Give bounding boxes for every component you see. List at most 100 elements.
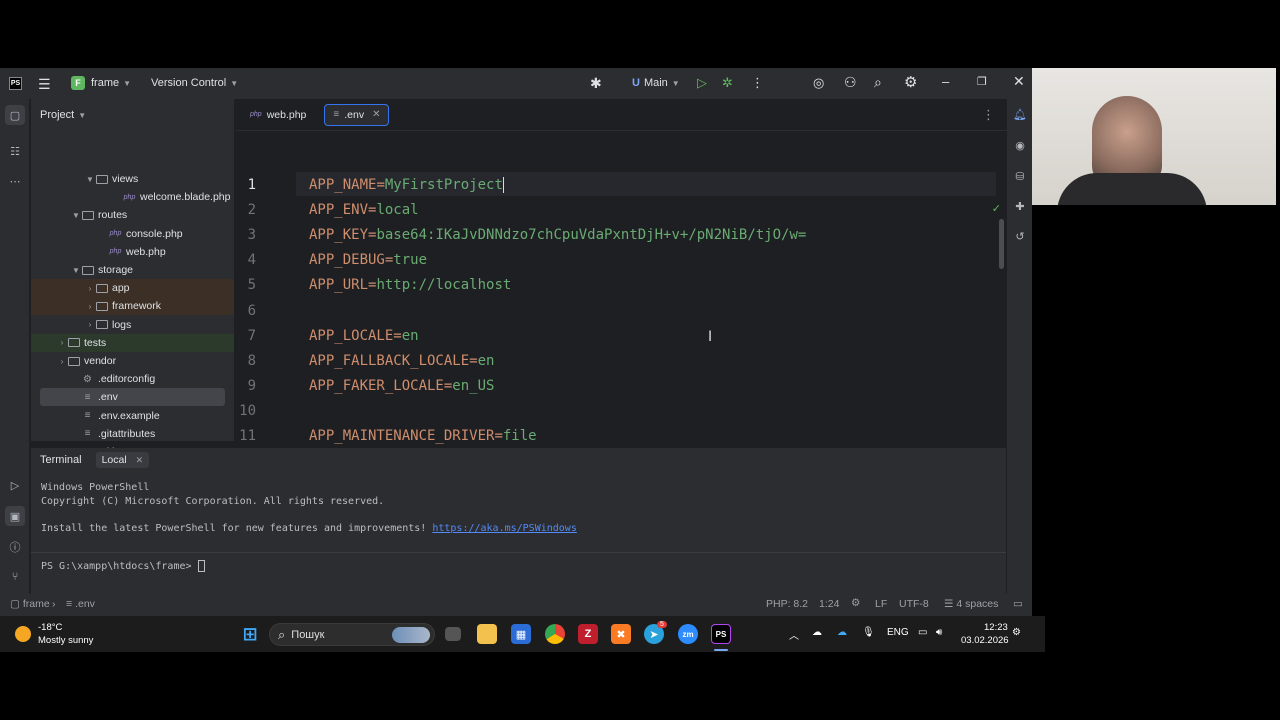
run-config-selector[interactable]: U Main ▼ xyxy=(632,77,680,89)
onedrive-icon[interactable]: ☁ xyxy=(837,627,847,638)
tree-item[interactable]: ⚙ .editorconfig xyxy=(31,370,234,388)
plugins-icon[interactable]: ✚ xyxy=(1011,197,1029,215)
network-icon[interactable]: ▭ xyxy=(918,627,927,638)
php-version[interactable]: PHP: 8.2 xyxy=(766,598,808,610)
file-explorer-icon[interactable] xyxy=(477,624,497,644)
tab-env[interactable]: ≡ .env ✕ xyxy=(324,103,390,126)
problems-icon[interactable]: ⓘ xyxy=(5,537,25,557)
debug-bug-icon[interactable]: ✱ xyxy=(590,75,602,92)
chevron-down-icon[interactable]: ▼ xyxy=(71,266,81,275)
chevron-right-icon[interactable]: › xyxy=(85,284,95,293)
code-style-icon[interactable]: ⚙ xyxy=(851,597,860,609)
tree-item[interactable]: ▼ routes xyxy=(31,206,234,224)
ai-assistant-icon[interactable]: ◎ xyxy=(813,75,824,91)
weather-temp[interactable]: -18°C xyxy=(38,622,62,633)
terminal-icon[interactable]: ▣ xyxy=(5,506,25,526)
tab-web-php[interactable]: php web.php xyxy=(242,104,314,126)
tree-item[interactable]: php web.php xyxy=(31,243,234,261)
chevron-right-icon[interactable]: › xyxy=(85,302,95,311)
tabs-more-icon[interactable]: ⋮ xyxy=(982,107,995,123)
database-icon[interactable]: ⛁ xyxy=(1011,167,1029,185)
tree-item[interactable]: php welcome.blade.php xyxy=(31,188,234,206)
run-icon[interactable]: ▷ xyxy=(697,75,707,91)
code-line[interactable]: APP_URL=http://localhost xyxy=(309,277,511,293)
clock-date[interactable]: 03.02.2026 xyxy=(961,635,1009,646)
windows-start-icon[interactable]: ⊞ xyxy=(240,624,260,644)
volume-icon[interactable]: 🔊︎ xyxy=(936,627,942,638)
zoom-icon[interactable]: zm xyxy=(678,624,698,644)
vcs-menu[interactable]: Version Control ▼ xyxy=(151,77,238,89)
readonly-lock-icon[interactable]: ▭ xyxy=(1013,598,1023,610)
clock-time[interactable]: 12:23 xyxy=(984,622,1008,633)
tray-chevron-icon[interactable]: ︿ xyxy=(789,627,799,642)
indent-setting[interactable]: ☰ 4 spaces xyxy=(944,598,998,610)
code-with-me-icon[interactable]: ⚇ xyxy=(844,74,857,91)
settings-gear-icon[interactable]: ⚙ xyxy=(904,73,917,91)
code-line[interactable]: APP_FALLBACK_LOCALE=en xyxy=(309,353,494,369)
close-tab-icon[interactable]: ✕ xyxy=(136,455,144,465)
close-icon[interactable]: ✕ xyxy=(1013,73,1025,90)
restore-icon[interactable]: ❐ xyxy=(977,75,987,88)
taskbar-search[interactable]: ⌕ Пошук xyxy=(269,623,435,646)
powershell-link[interactable]: https://aka.ms/PSWindows xyxy=(432,523,577,534)
line-separator[interactable]: LF xyxy=(875,598,887,610)
microphone-icon[interactable]: 🎙︎ xyxy=(862,627,875,638)
tree-item[interactable]: › framework xyxy=(31,297,234,316)
breadcrumb-project[interactable]: ▢ frame xyxy=(10,598,50,610)
task-view-icon[interactable] xyxy=(445,627,461,641)
chevron-right-icon[interactable]: › xyxy=(57,338,67,347)
code-line[interactable]: APP_DEBUG=true xyxy=(309,252,427,268)
code-line[interactable]: APP_KEY=base64:IKaJvDNNdzo7chCpuVdaPxntD… xyxy=(309,227,806,243)
tree-item[interactable]: php console.php xyxy=(31,225,234,243)
onedrive-sync-icon[interactable]: ☁ xyxy=(812,627,822,638)
chevron-right-icon[interactable]: › xyxy=(57,357,67,366)
tree-item[interactable]: › app xyxy=(31,279,234,298)
weather-sun-icon[interactable] xyxy=(15,626,31,642)
tree-item[interactable]: ▼ storage xyxy=(31,261,234,279)
chevron-down-icon[interactable]: ▼ xyxy=(85,175,95,184)
caret-position[interactable]: 1:24 xyxy=(819,598,839,610)
chevron-down-icon[interactable]: ▼ xyxy=(71,211,81,220)
weather-text[interactable]: Mostly sunny xyxy=(38,635,93,646)
breadcrumb-file[interactable]: ≡ .env xyxy=(66,598,95,610)
history-icon[interactable]: ↺ xyxy=(1011,227,1029,245)
code-line[interactable]: APP_ENV=local xyxy=(309,202,419,218)
search-icon[interactable]: ⌕ xyxy=(874,74,882,91)
terminal-tab-local[interactable]: Local ✕ xyxy=(95,452,150,468)
project-panel-header[interactable]: Project ▼ xyxy=(31,99,234,131)
editor-scrollbar[interactable] xyxy=(999,219,1004,269)
hamburger-menu-icon[interactable]: ☰ xyxy=(38,76,51,93)
phpstorm-icon[interactable]: PS xyxy=(711,624,731,644)
microsoft-store-icon[interactable]: ▦ xyxy=(511,624,531,644)
git-icon[interactable]: ⑂ xyxy=(5,567,25,587)
code-line[interactable]: APP_FAKER_LOCALE=en_US xyxy=(309,378,494,394)
code-line[interactable]: APP_NAME=MyFirstProject xyxy=(309,177,504,193)
tree-item[interactable]: › tests xyxy=(31,333,234,352)
structure-icon[interactable]: ☷ xyxy=(5,141,25,161)
tree-item[interactable]: ▼ views xyxy=(31,170,234,188)
code-line[interactable]: APP_LOCALE=en xyxy=(309,328,419,344)
services-icon[interactable]: ▷ xyxy=(5,475,25,495)
tree-item[interactable]: ≡ .env xyxy=(40,388,225,407)
tree-item[interactable]: ≡ .gitattributes xyxy=(31,425,234,443)
close-tab-icon[interactable]: ✕ xyxy=(372,109,380,120)
tree-item[interactable]: › vendor xyxy=(31,352,234,370)
filezilla-icon[interactable]: Z xyxy=(578,624,598,644)
tree-item[interactable]: ≡ .env.example xyxy=(31,407,234,425)
chevron-right-icon[interactable]: › xyxy=(85,320,95,329)
notification-center-icon[interactable]: ⚙ xyxy=(1012,627,1021,638)
input-language[interactable]: ENG xyxy=(887,627,909,638)
tree-item[interactable]: › logs xyxy=(31,316,234,334)
code-line[interactable]: APP_MAINTENANCE_DRIVER=file xyxy=(309,428,537,444)
minimize-icon[interactable]: – xyxy=(942,74,949,89)
notifications-icon[interactable]: 🔔︎ xyxy=(1011,105,1029,123)
xampp-icon[interactable]: ✖ xyxy=(611,624,631,644)
project-folder-icon[interactable]: ▢ xyxy=(5,105,25,125)
ai-chat-icon[interactable]: ◉ xyxy=(1011,136,1029,154)
project-switcher[interactable]: F frame ▼ xyxy=(71,76,131,90)
app-logo-icon[interactable]: PS xyxy=(9,77,22,90)
terminal-prompt-line[interactable]: PS G:\xampp\htdocs\frame> xyxy=(41,560,205,572)
debug-icon[interactable]: ✲ xyxy=(722,75,733,91)
file-encoding[interactable]: UTF-8 xyxy=(899,598,929,610)
more-tools-icon[interactable]: ⋯ xyxy=(5,171,25,191)
